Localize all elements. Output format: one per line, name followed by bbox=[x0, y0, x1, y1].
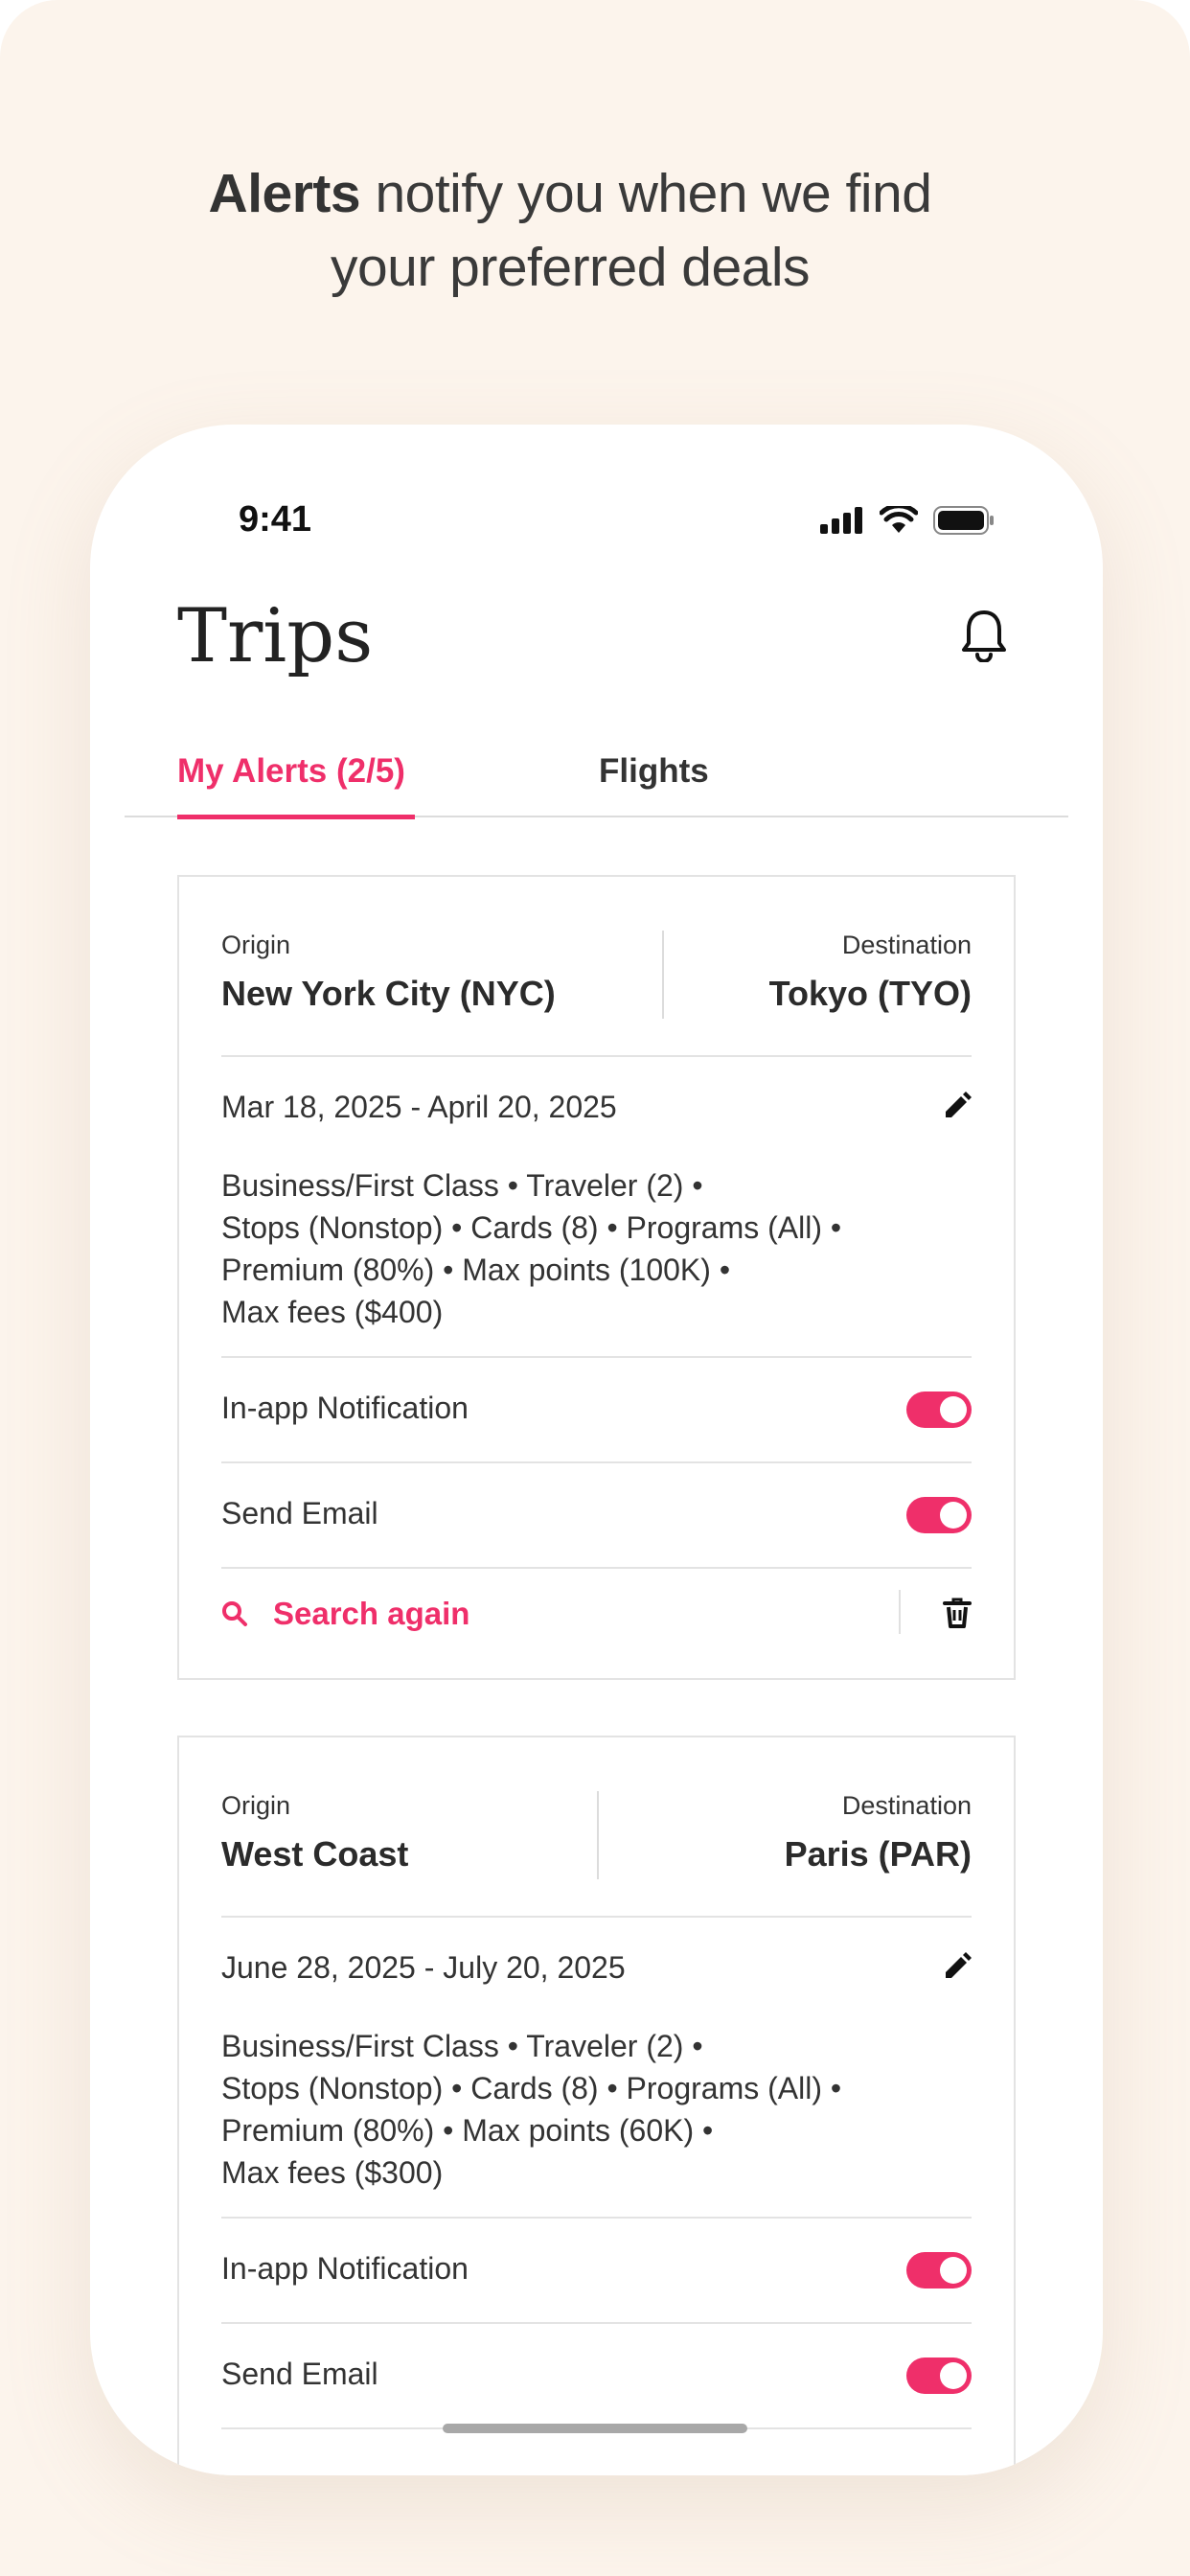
origin-destination: Origin West Coast Destination Paris (PAR… bbox=[221, 1791, 972, 1887]
headline-bold: Alerts bbox=[208, 163, 361, 224]
search-again-button[interactable]: Search again bbox=[221, 1596, 469, 1632]
search-icon bbox=[222, 1601, 247, 1626]
send-email-label: Send Email bbox=[221, 1496, 378, 1530]
divider bbox=[221, 1567, 972, 1569]
edit-icon[interactable] bbox=[943, 1092, 972, 1120]
promo-background: Alerts notify you when we find your pref… bbox=[0, 0, 1190, 2576]
edit-icon[interactable] bbox=[943, 1952, 972, 1981]
status-icons bbox=[820, 505, 995, 536]
origin-destination: Origin New York City (NYC) Destination T… bbox=[221, 931, 972, 1026]
origin-label: Origin bbox=[221, 1791, 291, 1820]
send-email-toggle[interactable] bbox=[906, 2358, 972, 2394]
signal-icon bbox=[820, 507, 862, 534]
detail-line: Max fees ($400) bbox=[221, 1295, 444, 1329]
home-indicator[interactable] bbox=[443, 2424, 747, 2433]
alert-details: Business/First Class • Traveler (2) • St… bbox=[221, 2025, 972, 2194]
divider bbox=[221, 2322, 972, 2324]
divider bbox=[597, 1791, 599, 1879]
destination-value: Tokyo (TYO) bbox=[768, 974, 972, 1013]
destination-label: Destination bbox=[841, 1791, 972, 1820]
divider bbox=[899, 1590, 901, 1634]
origin-value: New York City (NYC) bbox=[221, 974, 556, 1013]
divider bbox=[221, 2217, 972, 2219]
detail-line: Business/First Class • Traveler (2) • bbox=[221, 1168, 703, 1203]
detail-line: Stops (Nonstop) • Cards (8) • Programs (… bbox=[221, 2071, 842, 2105]
divider bbox=[221, 1055, 972, 1057]
inapp-notification-label: In-app Notification bbox=[221, 2251, 469, 2286]
alert-card: Origin New York City (NYC) Destination T… bbox=[177, 875, 1016, 1680]
page-title: Trips bbox=[177, 593, 374, 679]
phone-frame: 9:41 Trips My Alerts (2/5) Flights Origi… bbox=[90, 425, 1103, 2475]
detail-line: Max fees ($300) bbox=[221, 2155, 444, 2190]
tab-my-alerts[interactable]: My Alerts (2/5) bbox=[177, 741, 415, 819]
wifi-icon bbox=[880, 506, 918, 533]
battery-icon bbox=[933, 506, 994, 535]
destination-label: Destination bbox=[841, 931, 972, 959]
divider bbox=[662, 931, 664, 1019]
headline-line2: your preferred deals bbox=[330, 237, 811, 298]
divider bbox=[221, 1461, 972, 1463]
detail-line: Stops (Nonstop) • Cards (8) • Programs (… bbox=[221, 1210, 842, 1245]
origin-value: West Coast bbox=[221, 1834, 409, 1874]
send-email-toggle[interactable] bbox=[906, 1497, 972, 1533]
trash-icon[interactable] bbox=[943, 1598, 972, 1628]
inapp-notification-toggle[interactable] bbox=[906, 1392, 972, 1428]
status-time: 9:41 bbox=[239, 499, 312, 540]
divider bbox=[221, 1356, 972, 1358]
search-again-label: Search again bbox=[273, 1596, 470, 1631]
detail-line: Premium (80%) • Max points (60K) • bbox=[221, 2113, 714, 2148]
bell-icon[interactable] bbox=[960, 609, 1008, 662]
tab-bar: My Alerts (2/5) Flights bbox=[125, 741, 1068, 819]
tab-flights[interactable]: Flights bbox=[599, 741, 709, 817]
date-range: Mar 18, 2025 - April 20, 2025 bbox=[221, 1090, 617, 1124]
origin-label: Origin bbox=[221, 931, 291, 959]
headline-line1: notify you when we find bbox=[360, 163, 932, 224]
destination-value: Paris (PAR) bbox=[784, 1834, 972, 1874]
alert-card: Origin West Coast Destination Paris (PAR… bbox=[177, 1736, 1016, 2475]
alert-details: Business/First Class • Traveler (2) • St… bbox=[221, 1164, 972, 1333]
detail-line: Business/First Class • Traveler (2) • bbox=[221, 2029, 703, 2063]
send-email-label: Send Email bbox=[221, 2357, 378, 2391]
inapp-notification-toggle[interactable] bbox=[906, 2252, 972, 2288]
promo-headline: Alerts notify you when we find your pref… bbox=[0, 157, 1140, 305]
detail-line: Premium (80%) • Max points (100K) • bbox=[221, 1253, 731, 1287]
divider bbox=[221, 1916, 972, 1918]
date-range: June 28, 2025 - July 20, 2025 bbox=[221, 1950, 626, 1985]
inapp-notification-label: In-app Notification bbox=[221, 1391, 469, 1425]
